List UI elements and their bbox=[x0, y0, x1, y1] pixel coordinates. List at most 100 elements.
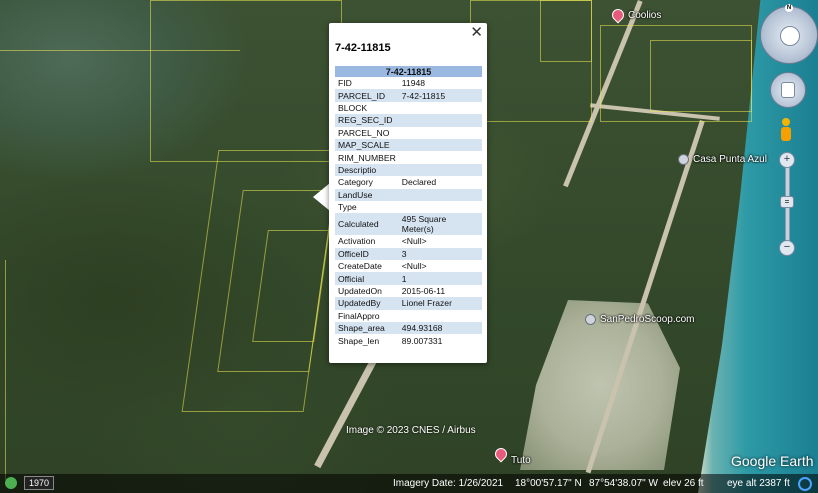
zoom-thumb[interactable]: = bbox=[780, 196, 794, 208]
place-label: Casa Punta Azul bbox=[693, 154, 767, 165]
attribute-key: Type bbox=[338, 202, 357, 213]
parcel-grid bbox=[540, 0, 592, 62]
attribute-key: UpdatedOn bbox=[338, 286, 382, 297]
attribute-key: UpdatedBy bbox=[335, 297, 399, 310]
attribute-key: Official bbox=[335, 272, 399, 285]
table-row: Shape_len 89.007331 bbox=[335, 334, 482, 346]
status-bar: 1970 Imagery Date: 1/26/2021 18°00'57.17… bbox=[0, 474, 818, 493]
attribute-value bbox=[399, 151, 482, 163]
attribute-value bbox=[398, 188, 482, 201]
table-row: FID 11948 bbox=[335, 77, 482, 89]
table-row: Activation <Null> bbox=[335, 235, 482, 247]
attribute-key: MAP_SCALE bbox=[335, 138, 399, 152]
table-row: PARCEL_ID 7-42-11815 bbox=[335, 89, 482, 102]
attribute-key: OfficeID bbox=[335, 247, 399, 261]
table-row: RIM_NUMBER bbox=[335, 151, 482, 163]
place-marker-casa-punta-azul[interactable]: Casa Punta Azul bbox=[678, 154, 767, 165]
eye-altitude: eye alt 2387 ft bbox=[727, 478, 790, 489]
attribute-key: Calculated bbox=[335, 213, 399, 236]
parcel-grid bbox=[0, 50, 240, 161]
table-row: Descriptio bbox=[335, 163, 482, 177]
loading-icon bbox=[798, 477, 812, 491]
place-label: Coolios bbox=[628, 9, 662, 21]
table-row: LandUse bbox=[335, 188, 482, 201]
move-control[interactable] bbox=[770, 72, 806, 108]
table-row: OfficeID 3 bbox=[335, 247, 482, 261]
attribute-value: 89.007331 bbox=[401, 335, 443, 346]
place-marker-sanpedroscoop[interactable]: SanPedroScoop.com bbox=[585, 314, 695, 325]
place-icon bbox=[678, 154, 689, 165]
attribute-value bbox=[398, 114, 482, 127]
table-header: 7-42-11815 bbox=[335, 66, 482, 77]
zoom-out-button[interactable]: − bbox=[779, 240, 795, 256]
zoom-in-button[interactable]: + bbox=[779, 152, 795, 168]
table-row: FinalAppro bbox=[335, 310, 482, 322]
attribute-value: Lionel Frazer bbox=[398, 297, 482, 310]
attribute-key: PARCEL_NO bbox=[338, 127, 390, 138]
table-row: BLOCK bbox=[335, 102, 482, 114]
parcel-grid bbox=[650, 40, 752, 112]
attribute-key: PARCEL_ID bbox=[335, 89, 399, 102]
place-marker-tuto[interactable]: Tuto bbox=[492, 441, 531, 466]
attribute-key: FinalAppro bbox=[338, 310, 380, 321]
attribute-value bbox=[398, 138, 482, 152]
attribute-key: FID bbox=[338, 78, 352, 89]
place-marker-coolios[interactable]: Coolios bbox=[609, 6, 662, 24]
table-row: Category Declared bbox=[335, 176, 482, 188]
close-icon[interactable]: ✕ bbox=[470, 25, 483, 40]
place-label: Tuto bbox=[511, 455, 531, 466]
attribute-value: 7-42-11815 bbox=[398, 89, 482, 102]
table-row: Official 1 bbox=[335, 272, 482, 285]
parcel-grid bbox=[5, 260, 16, 480]
table-row: UpdatedBy Lionel Frazer bbox=[335, 297, 482, 310]
place-label: SanPedroScoop.com bbox=[600, 314, 695, 325]
attribute-key: RIM_NUMBER bbox=[338, 152, 396, 163]
table-row: MAP_SCALE bbox=[335, 138, 482, 152]
table-row: PARCEL_NO bbox=[335, 127, 482, 139]
attribute-key: Shape_area bbox=[335, 322, 399, 335]
attribute-key: Category bbox=[338, 177, 373, 188]
attribute-value bbox=[399, 310, 482, 322]
north-indicator[interactable]: N bbox=[785, 4, 793, 12]
attribute-value bbox=[399, 127, 482, 139]
pin-icon bbox=[492, 445, 510, 462]
attribute-value: 3 bbox=[398, 247, 482, 261]
attribute-value: Declared bbox=[401, 177, 437, 188]
zoom-slider[interactable]: + = − bbox=[779, 152, 795, 256]
historical-imagery-icon[interactable] bbox=[5, 477, 17, 489]
latitude: 18°00'57.17" N bbox=[515, 478, 582, 489]
imagery-date: Imagery Date: 1/26/2021 bbox=[393, 478, 504, 489]
table-row: REG_SEC_ID bbox=[335, 114, 482, 127]
table-row: CreateDate <Null> bbox=[335, 260, 482, 272]
eye-icon bbox=[780, 26, 800, 46]
attribute-table: 7-42-11815 FID 11948 PARCEL_ID 7-42-11815 BL… bbox=[335, 66, 482, 347]
attribute-value bbox=[399, 201, 482, 213]
attribute-key: Descriptio bbox=[335, 163, 399, 177]
table-row: Calculated 495 Square Meter(s) bbox=[335, 213, 482, 236]
attribute-key: Activation bbox=[338, 236, 376, 247]
attribute-value: 495 Square Meter(s) bbox=[398, 213, 482, 236]
attribute-value: 2015-06-11 bbox=[401, 286, 446, 297]
attribute-key: Shape_len bbox=[338, 335, 380, 346]
attribute-value: <Null> bbox=[401, 261, 427, 272]
attribute-value: 1 bbox=[398, 272, 482, 285]
historical-year-badge[interactable]: 1970 bbox=[24, 476, 55, 490]
google-earth-logo: Google Earth bbox=[731, 453, 814, 469]
attribute-key: REG_SEC_ID bbox=[335, 114, 399, 127]
attribute-key: CreateDate bbox=[338, 261, 382, 272]
look-control[interactable]: N bbox=[760, 4, 818, 64]
attribute-key: LandUse bbox=[335, 188, 399, 201]
attribute-value: 494.93168 bbox=[398, 322, 482, 335]
attribute-value bbox=[399, 102, 482, 114]
street-view-pegman-icon[interactable] bbox=[781, 118, 791, 142]
attribute-value bbox=[398, 163, 482, 177]
longitude: 87°54'38.07" W bbox=[589, 478, 658, 489]
table-row: Shape_area 494.93168 bbox=[335, 322, 482, 335]
pin-icon bbox=[609, 6, 627, 24]
elevation: elev 26 ft bbox=[663, 478, 704, 489]
table-row: Type bbox=[335, 201, 482, 213]
hand-icon bbox=[781, 82, 795, 98]
imagery-copyright: Image © 2023 CNES / Airbus bbox=[346, 425, 476, 436]
sand-area bbox=[520, 300, 680, 470]
table-row: UpdatedOn 2015-06-11 bbox=[335, 285, 482, 297]
